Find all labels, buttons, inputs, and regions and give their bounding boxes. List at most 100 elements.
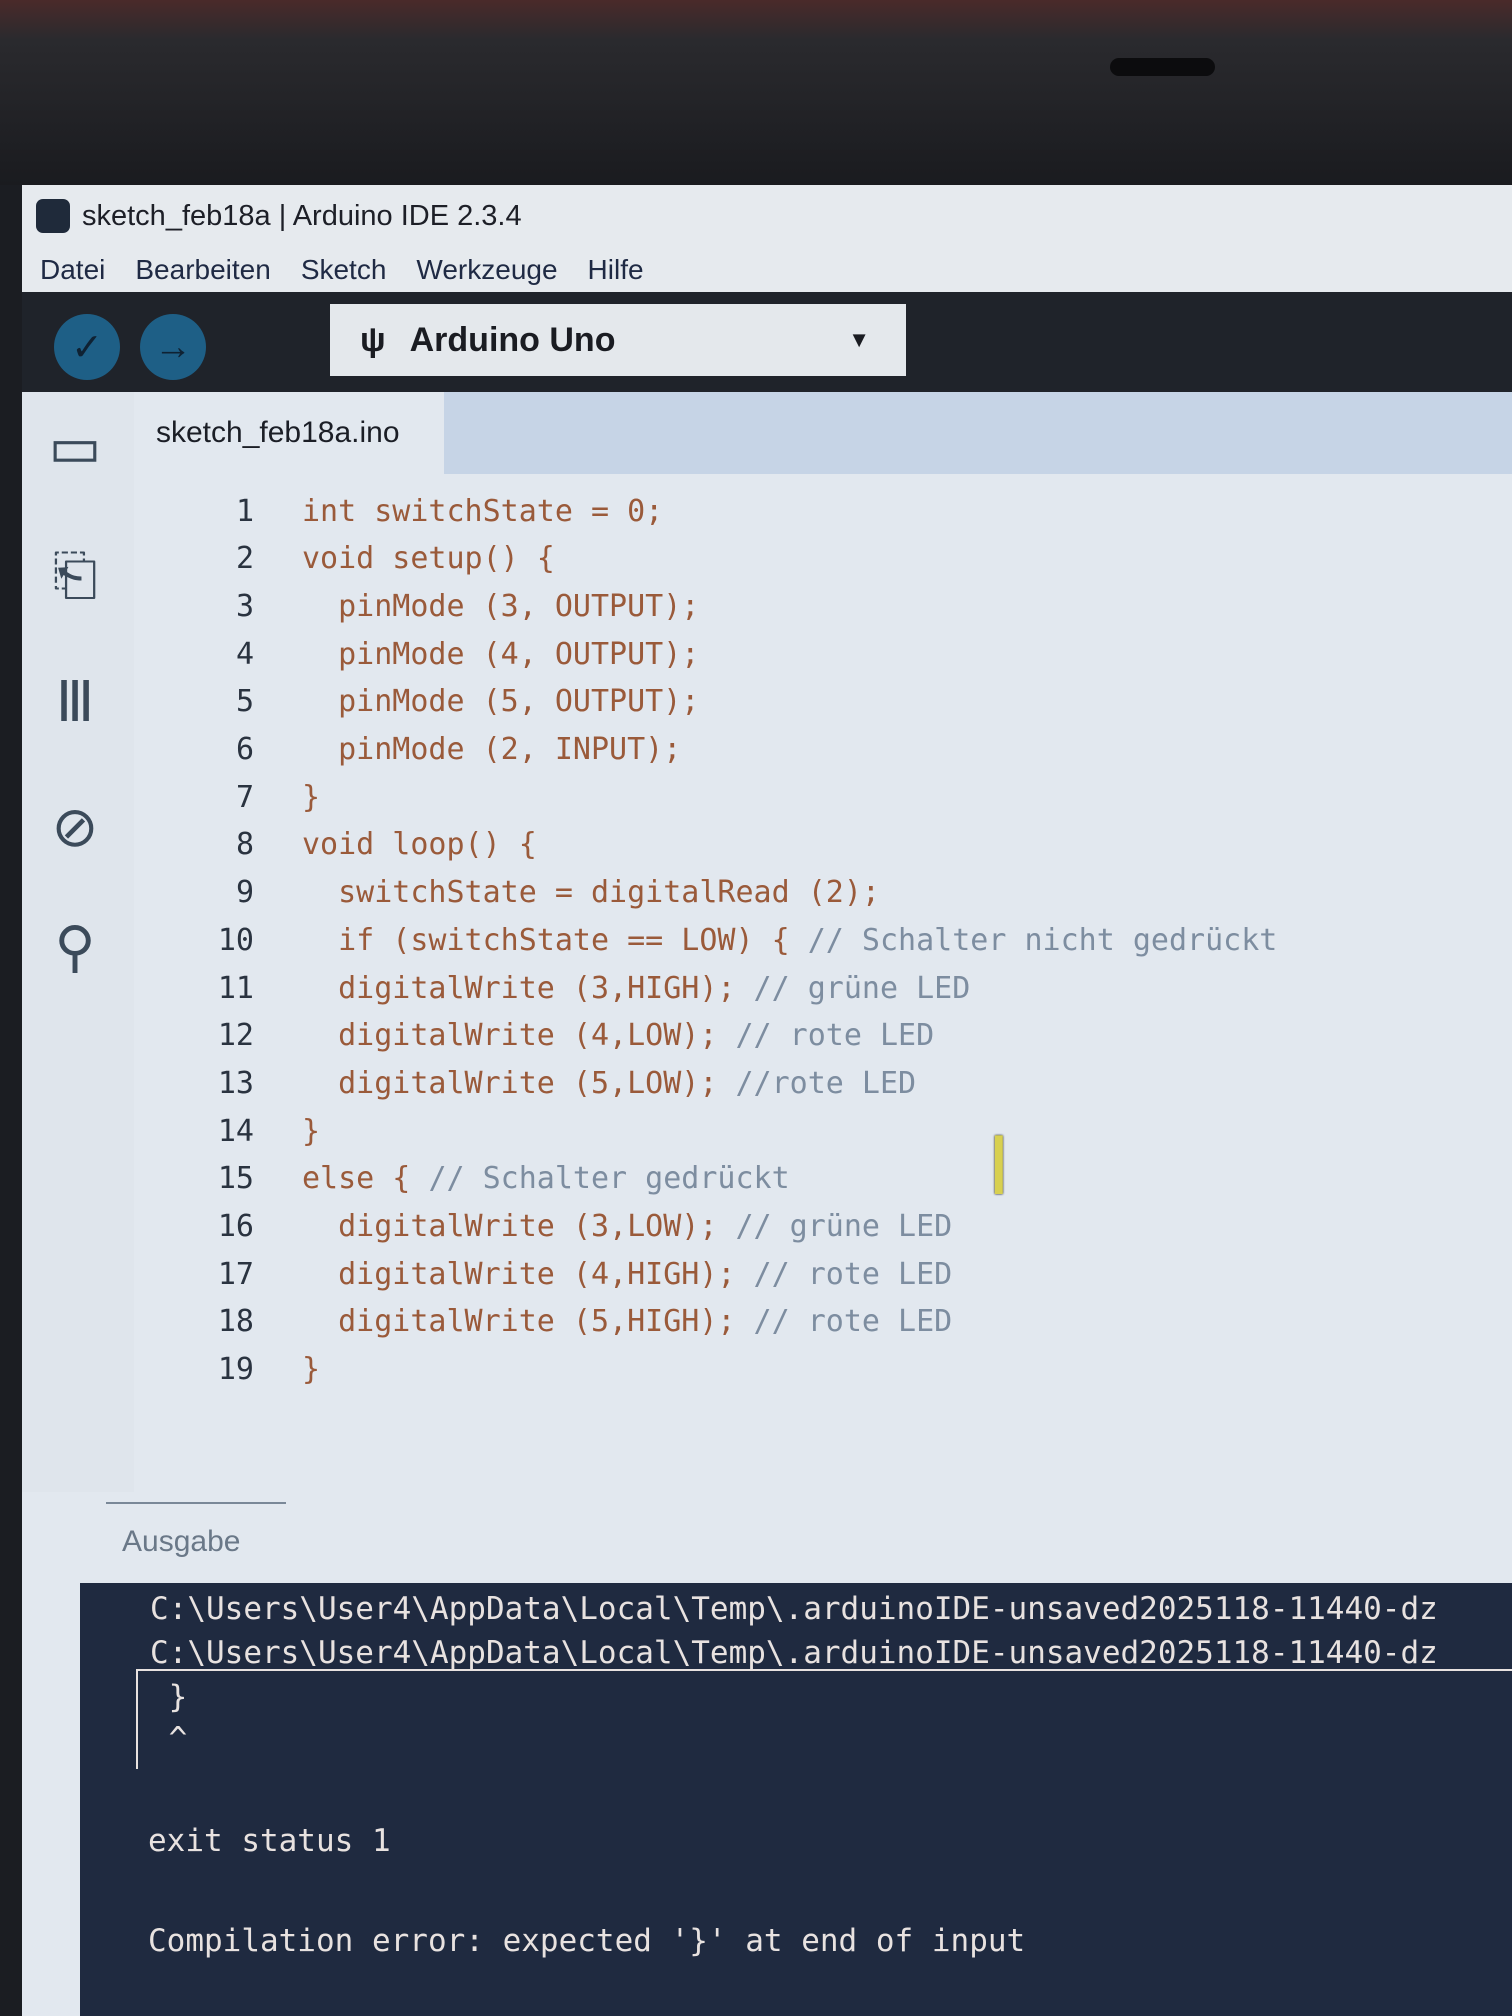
code-text: digitalWrite (5,HIGH); // rote LED — [302, 1304, 952, 1339]
code-comment: // Schalter nicht gedrückt — [807, 922, 1278, 958]
code-comment: // rote LED — [753, 1304, 953, 1340]
code-statement: } — [302, 1352, 321, 1388]
board-name: Arduino Uno — [409, 320, 616, 359]
check-icon: ✓ — [71, 326, 103, 369]
menu-sketch[interactable]: Sketch — [301, 254, 387, 286]
code-line: 7} — [134, 774, 320, 820]
code-text: pinMode (5, OUTPUT); — [302, 684, 699, 719]
menu-bar: Datei Bearbeiten Sketch Werkzeuge Hilfe — [22, 247, 1512, 292]
code-line: 8 void loop() { — [134, 822, 537, 868]
code-statement: digitalWrite (3,HIGH); — [338, 970, 754, 1006]
code-line: 14} — [134, 1108, 320, 1154]
code-line: 4 pinMode (4, OUTPUT); — [134, 631, 699, 677]
tab-sketch-file[interactable]: sketch_feb18a.ino — [134, 392, 444, 474]
output-line: ^ — [150, 1721, 188, 1757]
exit-status: exit status 1 — [148, 1823, 391, 1859]
activity-sidebar: ▭ ⎗ Ⅲ ⊘ ⚲ — [22, 392, 134, 1492]
code-text: pinMode (4, OUTPUT); — [302, 637, 699, 672]
output-line: C:\Users\User4\AppData\Local\Temp\.ardui… — [150, 1635, 1438, 1671]
line-number: 8 — [235, 827, 254, 863]
upload-button[interactable]: → — [140, 314, 206, 380]
code-statement: else { — [302, 1161, 429, 1197]
code-text: digitalWrite (4,LOW); // rote LED — [302, 1018, 934, 1053]
code-text: digitalWrite (3,LOW); // grüne LED — [302, 1209, 952, 1244]
code-text: pinMode (2, INPUT); — [302, 732, 681, 767]
title-bar: sketch_feb18a | Arduino IDE 2.3.4 — [22, 185, 1512, 247]
code-text: } — [302, 780, 320, 815]
verify-button[interactable]: ✓ — [54, 314, 120, 380]
code-text: if (switchState == LOW) { // Schalter ni… — [302, 923, 1277, 958]
line-number: 16 — [217, 1209, 254, 1244]
code-statement: pinMode (5, OUTPUT); — [338, 684, 700, 720]
line-number: 11 — [217, 970, 254, 1006]
line-number: 13 — [217, 1065, 254, 1101]
code-line: 6 pinMode (2, INPUT); — [134, 727, 681, 773]
code-statement: void loop() { — [302, 827, 537, 863]
code-line: 5 pinMode (5, OUTPUT); — [134, 679, 699, 725]
library-icon[interactable]: Ⅲ — [40, 667, 110, 737]
error-snippet-box — [136, 1669, 1512, 1769]
code-text: switchState = digitalRead (2); — [302, 875, 880, 910]
code-text: void setup() { — [302, 541, 555, 576]
code-text: else { // Schalter gedrückt — [302, 1161, 790, 1196]
code-text: pinMode (3, OUTPUT); — [302, 589, 699, 624]
chevron-down-icon: ▼ — [848, 327, 870, 352]
line-number: 2 — [235, 541, 254, 577]
code-comment: // rote LED — [735, 1018, 935, 1054]
code-statement: } — [302, 779, 321, 815]
text-cursor-icon: I — [987, 1120, 1011, 1213]
menu-bearbeiten[interactable]: Bearbeiten — [135, 254, 270, 286]
code-statement: pinMode (2, INPUT); — [338, 732, 682, 767]
code-line: 15 else { // Schalter gedrückt — [134, 1156, 790, 1202]
line-number: 18 — [217, 1304, 254, 1340]
menu-hilfe[interactable]: Hilfe — [588, 254, 644, 286]
board-manager-icon[interactable]: ⎗ — [40, 540, 110, 610]
line-number: 5 — [235, 684, 254, 720]
output-line: } — [150, 1679, 188, 1715]
code-line: 17 digitalWrite (4,HIGH); // rote LED — [134, 1251, 952, 1297]
board-selector[interactable]: ψ Arduino Uno ▼ — [330, 304, 906, 376]
usb-icon: ψ — [360, 320, 386, 359]
line-number: 1 — [235, 493, 254, 529]
line-number: 4 — [235, 636, 254, 672]
compilation-error: Compilation error: expected '}' at end o… — [148, 1923, 1026, 1959]
code-statement: void setup() { — [302, 541, 555, 577]
code-statement: digitalWrite (4,LOW); — [338, 1018, 736, 1054]
code-line: 2 void setup() { — [134, 536, 555, 582]
code-editor[interactable]: 1 int switchState = 0; 2 void setup() { 3 pi… — [134, 474, 1512, 1484]
debug-icon[interactable]: ⊘ — [40, 792, 110, 862]
code-comment: // Schalter gedrückt — [428, 1161, 790, 1197]
line-number: 3 — [235, 588, 254, 624]
output-line: C:\Users\User4\AppData\Local\Temp\.ardui… — [150, 1591, 1438, 1627]
menu-datei[interactable]: Datei — [40, 254, 105, 286]
line-number: 14 — [217, 1113, 254, 1149]
window-title: sketch_feb18a | Arduino IDE 2.3.4 — [82, 199, 522, 232]
output-panel[interactable]: C:\Users\User4\AppData\Local\Temp\.ardui… — [80, 1583, 1512, 2016]
code-line: 3 pinMode (3, OUTPUT); — [134, 583, 699, 629]
menu-werkzeuge[interactable]: Werkzeuge — [416, 254, 557, 286]
code-text: digitalWrite (3,HIGH); // grüne LED — [302, 971, 970, 1006]
code-comment: // rote LED — [753, 1256, 953, 1292]
webcam — [1110, 58, 1215, 76]
line-number: 10 — [217, 922, 254, 958]
code-line: 16 digitalWrite (3,LOW); // grüne LED — [134, 1204, 952, 1250]
laptop-bezel — [0, 0, 1512, 185]
code-line: 18 digitalWrite (5,HIGH); // rote LED — [134, 1299, 952, 1345]
line-number: 6 — [235, 732, 254, 767]
line-number: 17 — [217, 1256, 254, 1292]
line-number: 19 — [217, 1352, 254, 1388]
code-line: 12 digitalWrite (4,LOW); // rote LED — [134, 1013, 934, 1059]
folder-icon[interactable]: ▭ — [40, 412, 110, 482]
code-comment: // grüne LED — [753, 970, 971, 1006]
search-icon[interactable]: ⚲ — [40, 912, 110, 982]
code-comment: //rote LED — [735, 1065, 917, 1101]
code-line: 13 digitalWrite (5,LOW); //rote LED — [134, 1060, 916, 1106]
code-statement: switchState = digitalRead (2); — [338, 875, 880, 911]
code-statement: int switchState = 0; — [302, 493, 664, 529]
code-line: 19} — [134, 1347, 320, 1393]
